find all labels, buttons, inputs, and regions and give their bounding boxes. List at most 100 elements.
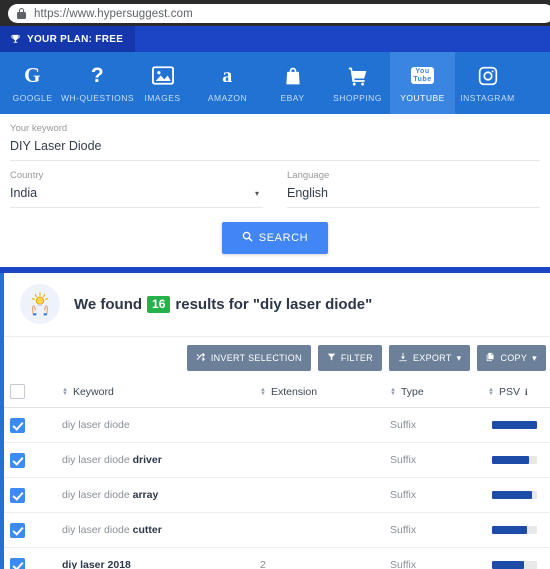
app-screen: https://www.hypersuggest.com YOUR PLAN: …: [0, 0, 550, 569]
bag-icon: [283, 64, 303, 88]
extension-cell: [260, 477, 390, 513]
keyword-header[interactable]: ▲ ▼ Keyword: [62, 378, 260, 408]
keyword-cell: diy laser diode driver: [62, 442, 260, 478]
extension-cell: [260, 442, 390, 478]
psv-bar-track: [492, 561, 537, 569]
amazon-a-icon: a: [222, 64, 233, 87]
table-row[interactable]: diy laser diode cutter Suffix: [0, 512, 550, 548]
type-cell: Suffix: [390, 407, 488, 443]
select-all-header: [0, 378, 62, 408]
psv-cell: [488, 442, 550, 478]
row-select-cell: [0, 442, 62, 478]
tab-shopping[interactable]: SHOPPING: [325, 52, 390, 114]
table-row[interactable]: diy laser 2018 2 Suffix: [0, 547, 550, 569]
row-select-cell: [0, 477, 62, 513]
row-checkbox[interactable]: [10, 417, 25, 433]
chevron-down-icon[interactable]: ▾: [255, 189, 259, 198]
keyword-cell: diy laser diode cutter: [62, 512, 260, 548]
type-cell: Suffix: [390, 547, 488, 569]
type-header-label: Type: [400, 385, 424, 398]
instagram-icon: [478, 64, 498, 88]
select-all-checkbox[interactable]: [10, 384, 25, 399]
filter-button[interactable]: FILTER: [317, 345, 382, 371]
row-select-cell: [0, 547, 62, 569]
tab-images[interactable]: IMAGES: [130, 52, 195, 114]
tab-label: AMAZON: [207, 92, 248, 103]
row-checkbox[interactable]: [10, 452, 25, 468]
service-tabs: G GOOGLE ? WH-QUESTIONS IMAGES a AMAZON: [0, 52, 550, 114]
table-body: diy laser diode Suffix diy laser diode dri…: [0, 407, 550, 569]
type-cell: Suffix: [390, 477, 488, 513]
extension-cell: 2: [260, 547, 390, 569]
tab-google[interactable]: G GOOGLE: [0, 52, 65, 114]
extension-header-label: Extension: [270, 385, 318, 398]
psv-cell: [488, 407, 550, 443]
tab-wh-questions[interactable]: ? WH-QUESTIONS: [61, 52, 134, 114]
download-icon: [398, 352, 408, 364]
search-button[interactable]: SEARCH: [221, 222, 329, 254]
table-row[interactable]: diy laser diode Suffix: [0, 407, 550, 443]
plan-chip[interactable]: YOUR PLAN: FREE: [0, 26, 136, 52]
psv-bar-fill: [492, 421, 537, 429]
row-checkbox[interactable]: [10, 487, 25, 503]
results-prefix: We found: [74, 295, 143, 313]
keywords-table: ▲ ▼ Keyword ▲ ▼ Extension ▲ ▼ Type ▲ ▼ P…: [0, 378, 550, 569]
keyword-cell: diy laser diode array: [62, 477, 260, 513]
export-button[interactable]: EXPORT ▾: [388, 345, 471, 371]
type-header[interactable]: ▲ ▼ Type: [390, 378, 488, 408]
language-select[interactable]: Language English: [287, 161, 540, 208]
search-form-panel: Your keyword DIY Laser Diode Country Ind…: [0, 114, 550, 267]
language-value: English: [287, 186, 328, 200]
keyword-cell: diy laser diode: [62, 407, 260, 443]
tab-youtube[interactable]: You Tube YOUTUBE: [390, 52, 455, 114]
tab-amazon[interactable]: a AMAZON: [195, 52, 260, 114]
sort-icon[interactable]: ▲ ▼: [62, 387, 68, 397]
psv-header[interactable]: ▲ ▼ PSV i: [488, 378, 550, 408]
psv-header-label: PSV: [498, 385, 520, 398]
url-bar[interactable]: https://www.hypersuggest.com: [8, 4, 550, 23]
keyword-highlight: diy laser 2018: [62, 559, 131, 569]
results-panel: We found 16 results for "diy laser diode…: [0, 273, 550, 569]
extension-header[interactable]: ▲ ▼ Extension: [260, 378, 390, 408]
invert-selection-button[interactable]: INVERT SELECTION: [186, 345, 311, 371]
keyword-field[interactable]: Your keyword DIY Laser Diode: [10, 114, 540, 161]
row-checkbox[interactable]: [10, 557, 25, 569]
keyword-highlight: driver: [132, 454, 162, 466]
copy-label: COPY: [500, 353, 528, 363]
lightbulb-hands-icon: [20, 284, 60, 324]
left-accent-rail: [0, 273, 4, 569]
browser-chrome: https://www.hypersuggest.com: [0, 0, 550, 26]
filter-label: FILTER: [340, 353, 373, 363]
invert-selection-label: INVERT SELECTION: [210, 353, 302, 363]
tab-label: WH-QUESTIONS: [60, 92, 135, 103]
psv-bar-track: [492, 456, 537, 464]
tab-label: GOOGLE: [12, 92, 53, 103]
keyword-label: Your keyword: [10, 123, 68, 134]
tab-instagram[interactable]: INSTAGRAM: [455, 52, 520, 114]
funnel-icon: [327, 352, 336, 364]
row-checkbox[interactable]: [10, 522, 25, 538]
extension-cell: [260, 407, 390, 443]
table-row[interactable]: diy laser diode array Suffix: [0, 477, 550, 513]
tab-label: IMAGES: [144, 92, 181, 103]
chevron-down-icon: ▾: [532, 352, 537, 363]
sort-icon[interactable]: ▲ ▼: [390, 387, 396, 397]
tab-ebay[interactable]: EBAY: [260, 52, 325, 114]
keyword-input[interactable]: DIY Laser Diode: [10, 138, 540, 154]
cart-icon: [347, 64, 369, 88]
country-select[interactable]: Country India ▾: [10, 161, 263, 208]
info-icon[interactable]: i: [525, 387, 528, 397]
psv-cell: [488, 477, 550, 513]
keyword-cell: diy laser 2018: [62, 547, 260, 569]
copy-button[interactable]: COPY ▾: [477, 345, 546, 371]
row-select-cell: [0, 512, 62, 548]
image-icon: [151, 64, 174, 88]
table-row[interactable]: diy laser diode driver Suffix: [0, 442, 550, 478]
sort-icon[interactable]: ▲ ▼: [260, 387, 266, 397]
country-label: Country: [10, 170, 44, 181]
type-cell: Suffix: [390, 442, 488, 478]
tab-label: YOUTUBE: [400, 92, 445, 103]
sort-icon[interactable]: ▲ ▼: [488, 387, 494, 397]
search-icon: [242, 231, 253, 245]
results-header: We found 16 results for "diy laser diode…: [0, 273, 550, 337]
